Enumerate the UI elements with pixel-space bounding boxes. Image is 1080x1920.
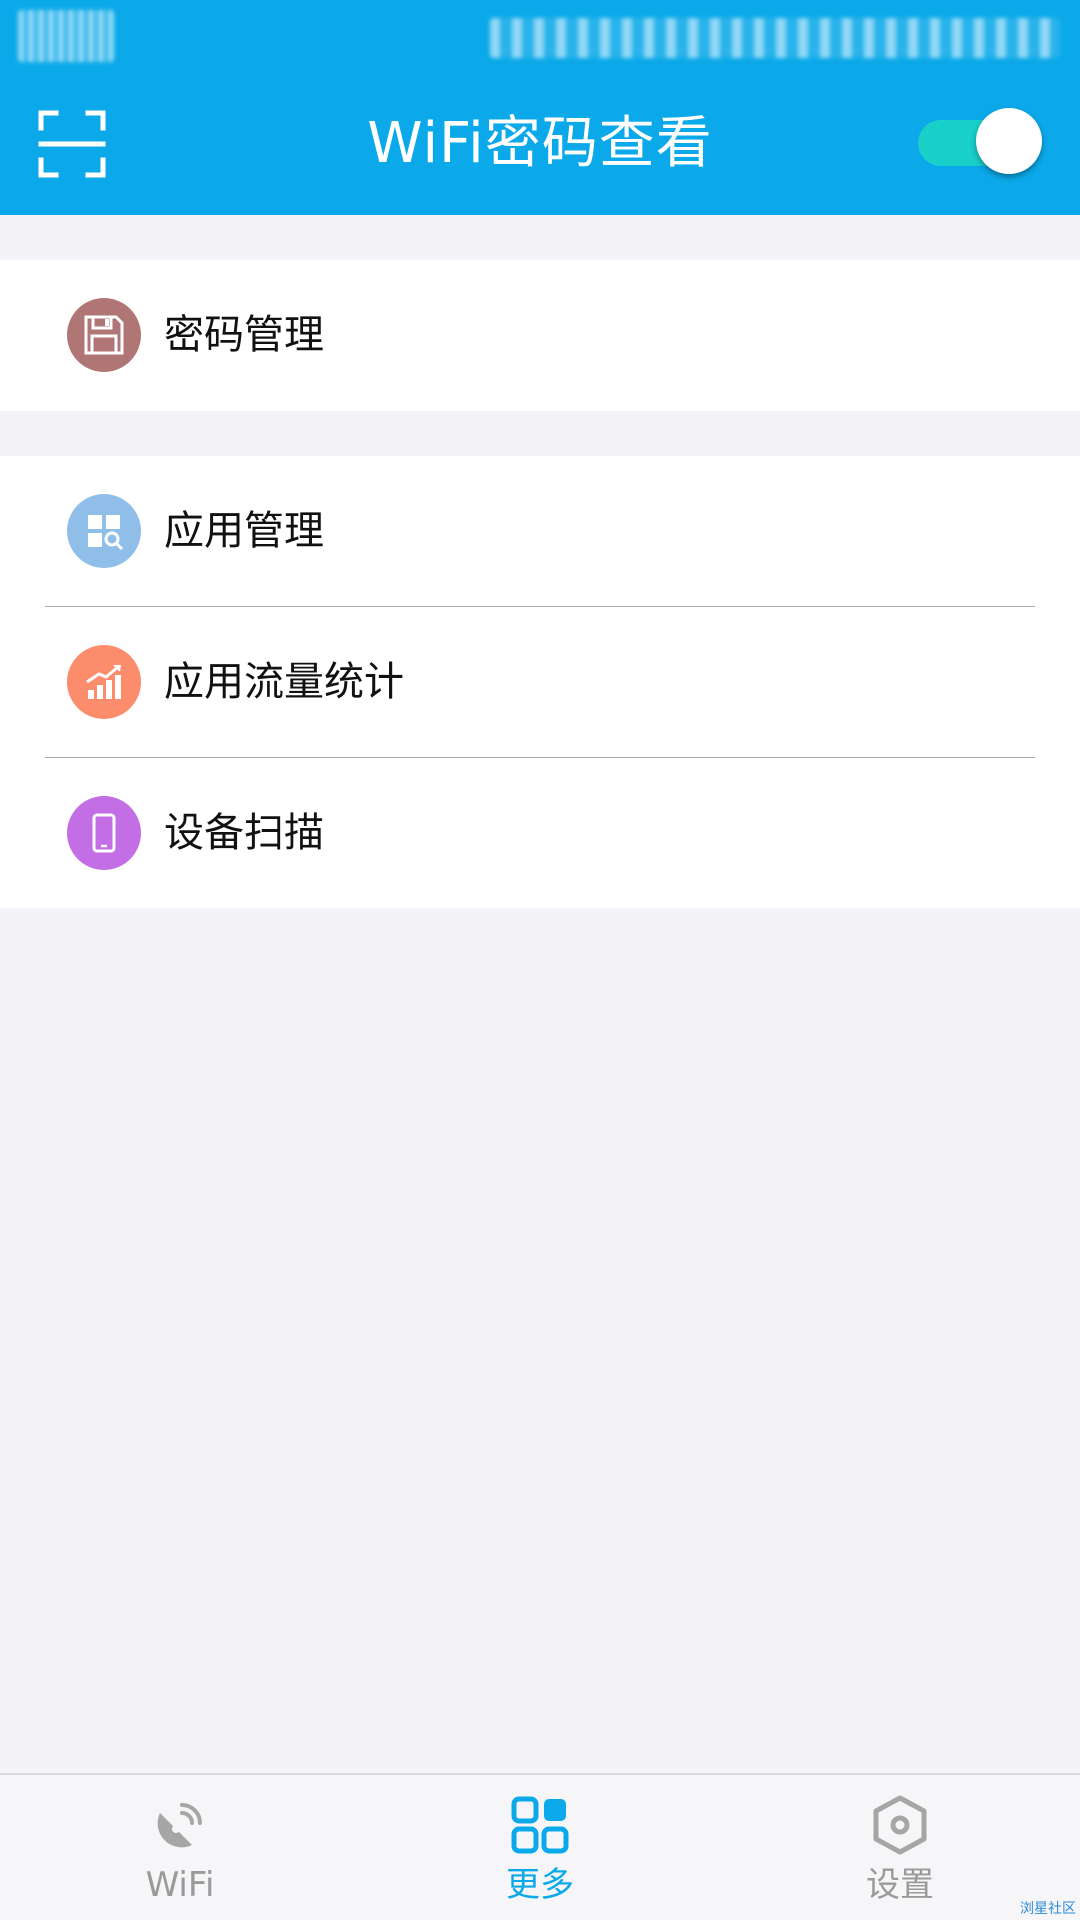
status-bar-right-blurred (490, 18, 1060, 58)
status-bar (0, 0, 1080, 80)
toggle-knob (976, 108, 1042, 174)
menu-group-2: 应用管理 应用流量统计 设备扫描 (0, 456, 1080, 908)
nav-tab-more[interactable]: 更多 (440, 1775, 640, 1920)
nav-tab-label: 更多 (506, 1865, 574, 1905)
menu-item-app-traffic-stats[interactable]: 应用流量统计 (0, 607, 1080, 758)
hexagon-gear-icon (873, 1795, 927, 1855)
satellite-dish-icon (157, 1803, 202, 1848)
menu-item-label: 应用管理 (164, 508, 324, 554)
four-squares-icon (511, 1796, 569, 1854)
status-bar-left-blurred (18, 10, 114, 62)
header-toggle-switch[interactable] (918, 108, 1042, 174)
menu-item-device-scan[interactable]: 设备扫描 (0, 758, 1080, 909)
app-header: WiFi密码查看 (0, 0, 1080, 215)
nav-tab-label: WiFi (145, 1865, 215, 1905)
menu-group-1: 密码管理 (0, 260, 1080, 411)
nav-tab-label: 设置 (866, 1865, 934, 1905)
screen: WiFi密码查看 密码管理 应用管理 应用流量统计 设备扫描 WiFi 更多 设… (0, 0, 1080, 1920)
app-grid-search-icon (67, 494, 141, 568)
menu-item-label: 应用流量统计 (164, 659, 404, 705)
bar-chart-trend-icon (67, 645, 141, 719)
bottom-nav: WiFi 更多 设置 浏星社区 (0, 1773, 1080, 1920)
menu-item-password-management[interactable]: 密码管理 (0, 260, 1080, 411)
menu-item-label: 设备扫描 (164, 810, 324, 856)
menu-item-label: 密码管理 (164, 312, 324, 358)
nav-tab-settings[interactable]: 设置 (800, 1775, 1000, 1920)
phone-icon (67, 796, 141, 870)
menu-item-app-management[interactable]: 应用管理 (0, 456, 1080, 607)
watermark: 浏星社区 (1020, 1901, 1076, 1917)
nav-tab-wifi[interactable]: WiFi (80, 1775, 280, 1920)
floppy-disk-icon (67, 298, 141, 372)
